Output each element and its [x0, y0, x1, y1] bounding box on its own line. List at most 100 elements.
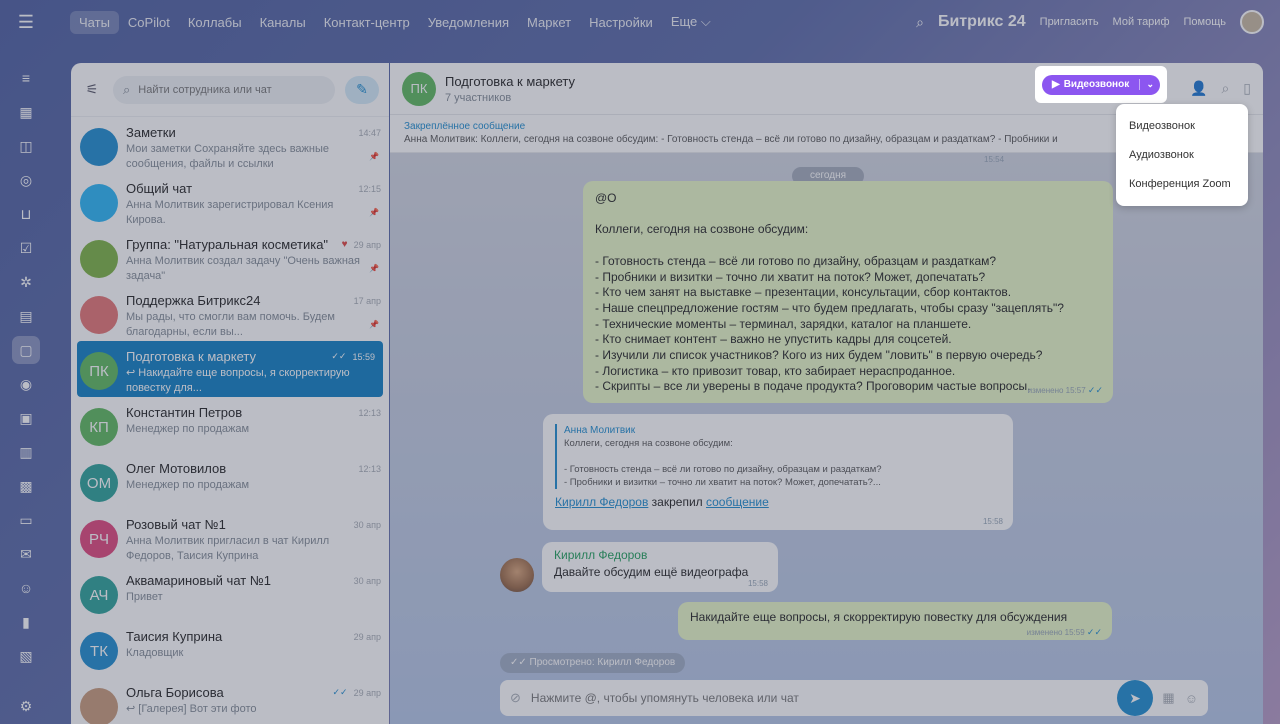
new-chat-button[interactable]: ✎ — [345, 75, 379, 104]
search-icon[interactable]: ⌕ — [1221, 80, 1229, 97]
chevron-down-icon[interactable]: ⌄ — [1139, 79, 1154, 90]
pin-icon: 📌 — [369, 264, 379, 273]
mail-icon[interactable]: ✉ — [12, 540, 40, 568]
quote-line — [564, 450, 1001, 463]
chat-preview: Анна Молитвик создал задачу "Очень важна… — [126, 255, 360, 282]
shop-icon[interactable]: ⊔ — [12, 200, 40, 228]
help-link[interactable]: Помощь — [1184, 16, 1227, 28]
filter-icon[interactable]: ⚟ — [81, 81, 103, 98]
chat-members-count[interactable]: 7 участников — [445, 92, 575, 104]
menu-audio-call[interactable]: Аудиозвонок — [1116, 143, 1248, 172]
search-icon[interactable]: ⌕ — [916, 14, 924, 31]
search-input[interactable] — [138, 83, 325, 96]
chat-title[interactable]: Подготовка к маркету — [445, 74, 575, 89]
message-user[interactable]: Кирилл Федоров Давайте обсудим ещё видео… — [542, 542, 778, 592]
chat-list-item[interactable]: ТК Таисия Куприна 29 апр Кладовщик — [71, 621, 389, 677]
emoji-icon[interactable]: ☺ — [1185, 691, 1198, 706]
chat-preview: Мои заметки Сохраняйте здесь важные сооб… — [126, 143, 329, 170]
chat-list-item[interactable]: Группа: "Натуральная косметика" ♥ 29 апр Ан… — [71, 229, 389, 285]
chat-time: 12:13 — [358, 463, 381, 474]
invite-link[interactable]: Пригласить — [1040, 16, 1099, 28]
menu-icon[interactable]: ☰ — [0, 0, 52, 44]
chat-avatar[interactable]: ПК — [402, 71, 436, 106]
chat-time: 17 апр — [353, 295, 381, 306]
nav-chats[interactable]: Чаты — [70, 10, 119, 34]
nav-contact-center[interactable]: Контакт-центр — [315, 11, 419, 34]
chat-list-item[interactable]: КП Константин Петров 12:13 Менеджер по прод… — [71, 397, 389, 453]
nav-copilot[interactable]: CoPilot — [119, 11, 179, 34]
message-line: Коллеги, сегодня на созвоне обсудим: — [595, 222, 809, 237]
message-agenda[interactable]: @О Коллеги, сегодня на созвоне обсудим: … — [583, 181, 1113, 403]
message-pin-notice[interactable]: Анна Молитвик Коллеги, сегодня на созвон… — [543, 414, 1013, 530]
read-check-icon: ✓✓ — [332, 687, 348, 697]
nav-channels[interactable]: Каналы — [251, 11, 315, 34]
send-button[interactable]: ➤ — [1117, 680, 1153, 716]
chat-list-item[interactable]: ПК Подготовка к маркету ✓✓ 15:59 ↩ Накидайте… — [77, 341, 383, 397]
chat-list-item[interactable]: Общий чат 12:15 Анна Молитвик зарегистриро… — [71, 173, 389, 229]
docs-icon[interactable]: ▤ — [12, 302, 40, 330]
id-card-icon[interactable]: ▧ — [12, 642, 40, 670]
chat-avatar — [80, 688, 118, 724]
video-call-button[interactable]: ▶ Видеозвонок ⌄ — [1042, 74, 1160, 95]
document-icon[interactable]: ▥ — [12, 438, 40, 466]
chat-preview: ↩ Накидайте еще вопросы, я скорректирую … — [126, 367, 350, 394]
settings-icon[interactable]: ⚙ — [12, 692, 40, 720]
checklist-icon[interactable]: ☑ — [12, 234, 40, 262]
message-line: - Готовность стенда – всё ли готово по д… — [595, 253, 997, 268]
copilot-icon[interactable]: ◎ — [12, 166, 40, 194]
sidebar-toggle-icon[interactable]: ▯ — [1243, 80, 1251, 97]
brand-logo[interactable]: Битрикс 24 — [938, 13, 1026, 31]
chat-name: Общий чат — [126, 181, 193, 196]
contacts-icon[interactable]: ▩ — [12, 472, 40, 500]
chat-avatar: РЧ — [80, 520, 118, 558]
chat-list-item[interactable]: Ольга Борисова ✓✓ 29 апр ↩ [Галерея] Вот эт… — [71, 677, 389, 724]
nav-collabs[interactable]: Коллабы — [179, 11, 251, 34]
calendar-icon[interactable]: ▣ — [12, 404, 40, 432]
read-check-icon: ✓✓ — [331, 351, 347, 361]
chat-avatar — [80, 184, 118, 222]
nav-settings[interactable]: Настройки — [580, 11, 662, 34]
chat-preview: Кладовщик — [126, 647, 184, 659]
chat-avatar — [80, 240, 118, 278]
chat-list-item[interactable]: РЧ Розовый чат №1 30 апр Анна Молитвик приг… — [71, 509, 389, 565]
chat-avatar: КП — [80, 408, 118, 446]
chat-icon[interactable]: ▢ — [12, 336, 40, 364]
nav-market[interactable]: Маркет — [518, 11, 580, 34]
menu-zoom-conference[interactable]: Конференция Zoom — [1116, 172, 1248, 201]
drive-icon[interactable]: ▭ — [12, 506, 40, 534]
nav-notifications[interactable]: Уведомления — [419, 11, 518, 34]
chat-list-item[interactable]: АЧ Аквамариновый чат №1 30 апр Привет — [71, 565, 389, 621]
message-line — [595, 238, 1101, 254]
target-icon[interactable]: ◉ — [12, 370, 40, 398]
nav-more[interactable]: Еще ⌵ — [662, 10, 720, 34]
quote-line: - Пробники и визитки – точно ли хватит н… — [564, 477, 881, 488]
user-avatar[interactable] — [1240, 10, 1264, 34]
chat-list-item[interactable]: Поддержка Битрикс24 17 апр Мы рады, что см… — [71, 285, 389, 341]
employees-icon[interactable]: ☺ — [12, 574, 40, 602]
feed-icon[interactable]: ≡ — [12, 64, 40, 92]
chat-preview: Менеджер по продажам — [126, 423, 250, 435]
quoted-message[interactable]: Анна Молитвик Коллеги, сегодня на созвон… — [555, 424, 1001, 489]
user-link[interactable]: Кирилл Федоров — [555, 495, 648, 509]
chat-list-item[interactable]: Заметки 14:47 Мои заметки Сохраняйте здесь… — [71, 117, 389, 173]
sender-avatar[interactable] — [500, 558, 534, 592]
tasks-calendar-icon[interactable]: ▦ — [12, 98, 40, 126]
message-author[interactable]: Кирилл Федоров — [554, 548, 766, 562]
message-input[interactable] — [530, 691, 1153, 705]
quote-author: Анна Молитвик — [564, 425, 636, 436]
menu-video-call[interactable]: Видеозвонок — [1116, 114, 1248, 143]
tariff-link[interactable]: Мой тариф — [1113, 16, 1170, 28]
analytics-icon[interactable]: ▮ — [12, 608, 40, 636]
message-composer[interactable]: ⊘ ▦ ☺ — [500, 680, 1208, 716]
message-text: Давайте обсудим ещё видеографа — [554, 565, 749, 579]
apps-icon[interactable]: ▦ — [1162, 690, 1174, 706]
message-link[interactable]: сообщение — [706, 495, 769, 509]
groups-icon[interactable]: ◫ — [12, 132, 40, 160]
add-user-icon[interactable]: 👤 — [1190, 80, 1207, 97]
crm-icon[interactable]: ✲ — [12, 268, 40, 296]
message-own[interactable]: Накидайте еще вопросы, я скорректирую по… — [678, 602, 1112, 640]
chat-search[interactable]: ⌕ — [113, 75, 335, 104]
attach-icon[interactable]: ⊘ — [510, 690, 521, 706]
chat-list-item[interactable]: ОМ Олег Мотовилов 12:13 Менеджер по продажа… — [71, 453, 389, 509]
chat-time: 30 апр — [353, 575, 381, 586]
